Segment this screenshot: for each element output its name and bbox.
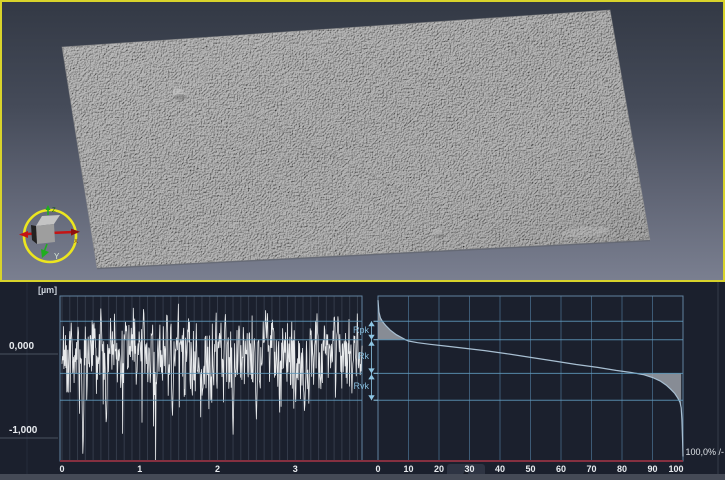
zone-arrowhead [368,368,374,373]
bearing-x-tick: 70 [586,464,596,474]
gizmo-cube-front [36,224,55,244]
x-axis-label: X [74,239,78,245]
gizmo-cube-side [31,225,37,244]
bearing-x-tick: 0 [375,464,380,474]
window-bottom-edge [0,474,725,480]
bearing-ratio-label: 100,0% /- [662,447,724,457]
bearing-x-tick: 20 [434,464,444,474]
rk-label: Rk [336,351,369,361]
rvk-label: Rvk [336,381,369,391]
y-axis-label: Y [54,252,60,261]
rpk-label: Rpk [336,325,369,335]
bearing-x-tick: 40 [495,464,505,474]
application-window: Z Y X [µm] 0,000 -1,000 Rpk Rk Rvk 100,0… [0,0,725,480]
zone-arrowhead [368,335,374,340]
zone-arrowhead [368,374,374,379]
zone-arrowhead [368,321,374,326]
bearing-x-tick: 100 [668,464,683,474]
profile-x-tick: 0 [59,464,64,474]
profiles-panel: [µm] 0,000 -1,000 Rpk Rk Rvk 100,0% /- ▲… [0,282,725,480]
profile-x-tick: 3 [293,464,298,474]
bearing-x-tick: 90 [647,464,657,474]
profile-x-tick: 2 [215,464,220,474]
bearing-x-tick: 30 [464,464,474,474]
surface-3d-render [0,0,725,282]
bearing-x-tick: 50 [525,464,535,474]
surface-3d-viewport[interactable]: Z Y X [0,0,725,282]
zone-arrowhead [368,395,374,400]
rvk-zone-fill [643,373,681,408]
bearing-x-tick: 80 [617,464,627,474]
orientation-gizmo[interactable]: Z Y X [14,200,86,272]
gizmo-cube-top [36,215,60,226]
y-axis-unit-label: [µm] [38,285,57,295]
profile-x-tick: 1 [137,464,142,474]
bearing-x-tick: 10 [403,464,413,474]
zone-arrowhead [368,341,374,346]
surface-defects [62,10,650,268]
roughness-profile-trace [62,304,362,461]
z-axis-arrow [46,205,51,210]
z-axis-label: Z [52,208,56,214]
y-tick-label-zero: 0,000 [9,341,55,352]
bearing-x-tick: 60 [556,464,566,474]
y-tick-label-minus1: -1,000 [9,425,55,436]
